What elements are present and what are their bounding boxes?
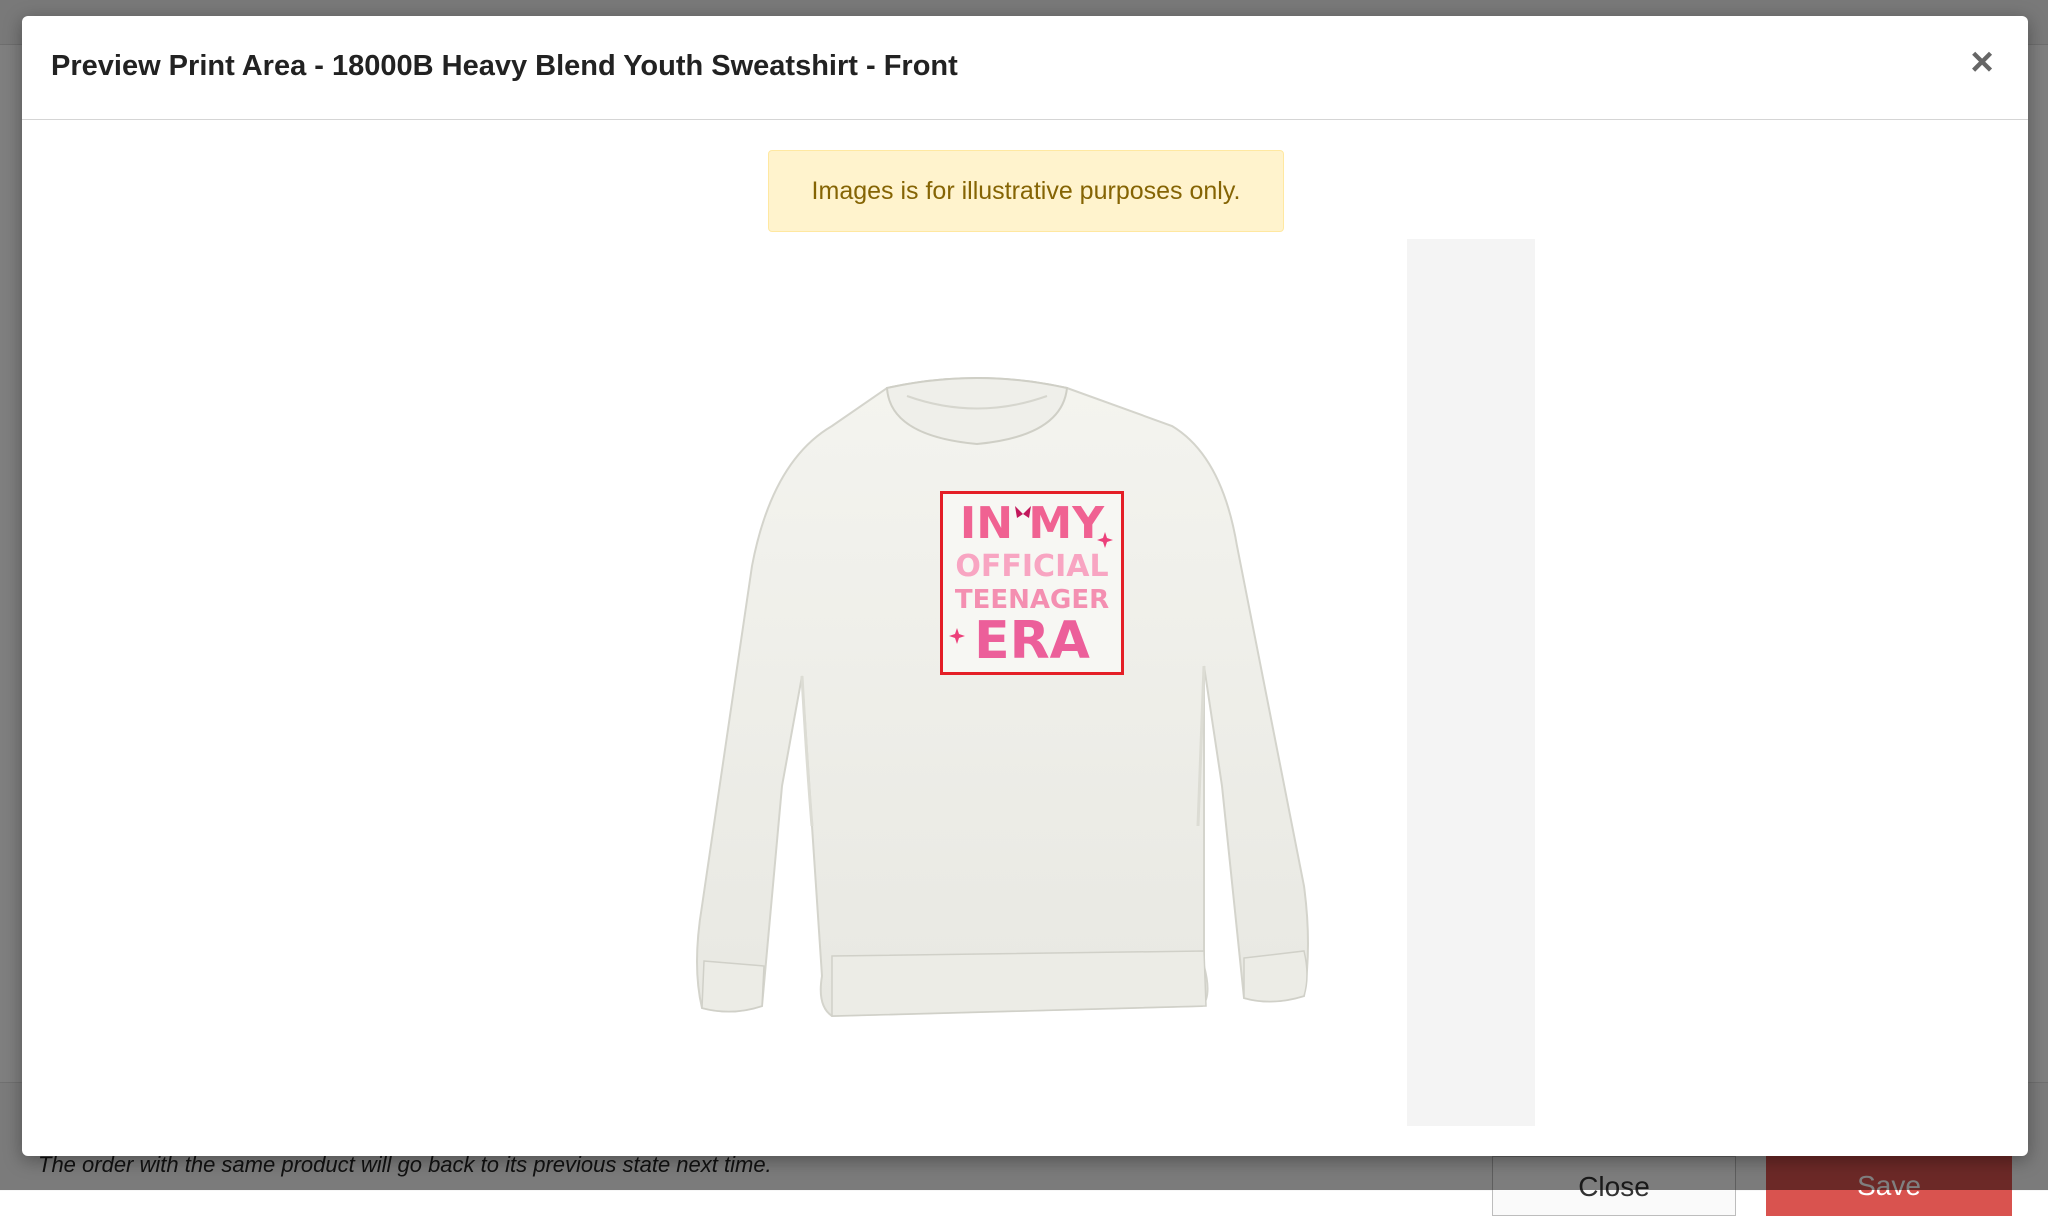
close-icon[interactable]: × — [1962, 42, 2002, 82]
design-image: IN MY OFFICIAL TEENAGER ERA — [949, 498, 1113, 671]
design-line-2: OFFICIAL — [955, 549, 1108, 584]
print-area[interactable]: IN MY OFFICIAL TEENAGER ERA — [940, 491, 1124, 675]
sweatshirt-image — [696, 377, 1309, 1018]
illustrative-alert: Images is for illustrative purposes only… — [768, 150, 1284, 232]
modal-header: Preview Print Area - 18000B Heavy Blend … — [22, 16, 2028, 120]
modal-title: Preview Print Area - 18000B Heavy Blend … — [51, 50, 958, 82]
design-line-4: ERA — [974, 611, 1090, 671]
design-line-1: IN MY — [960, 498, 1105, 549]
preview-modal: Preview Print Area - 18000B Heavy Blend … — [22, 16, 2028, 1156]
sparkle-icon — [949, 628, 965, 644]
side-panel — [1407, 239, 1535, 1126]
